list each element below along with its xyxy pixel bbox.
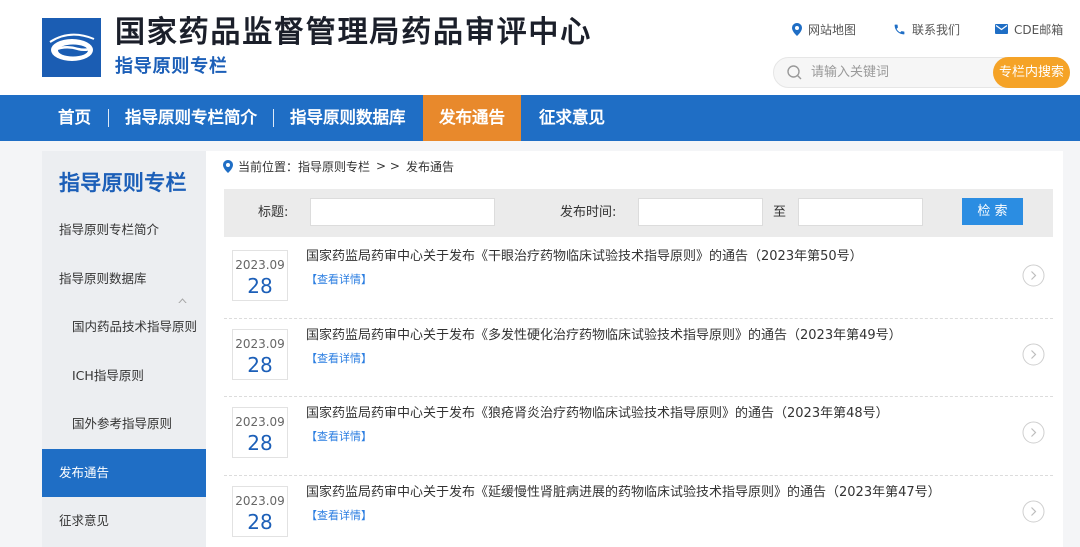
notice-item: 2023.09 28 国家药监局药审中心关于发布《多发性硬化治疗药物临床试验技术…: [224, 319, 1053, 397]
column-search-button[interactable]: 专栏内搜索: [993, 57, 1070, 88]
chevron-right-circle-icon[interactable]: [1022, 343, 1045, 366]
main-content: 当前位置： 指导原则专栏 > > 发布通告 标题: 发布时间: 至 检 索 20…: [206, 151, 1063, 547]
notice-date-year-month: 2023.09: [235, 258, 285, 272]
view-details-link[interactable]: 【查看详情】: [306, 430, 372, 444]
sidebar-title: 指导原则专栏: [59, 171, 187, 195]
site-header: 国家药品监督管理局药品审评中心 指导原则专栏 网站地图 联系我们 CDE邮箱 专…: [0, 0, 1080, 95]
sidebar-subitem-foreign-guidelines[interactable]: 国外参考指导原则: [42, 400, 206, 449]
notice-date-year-month: 2023.09: [235, 336, 285, 351]
sitemap-label: 网站地图: [808, 22, 857, 37]
cde-mail-label: CDE邮箱: [1014, 22, 1064, 37]
filter-bar: 标题: 发布时间: 至 检 索: [224, 189, 1053, 237]
notice-title-link[interactable]: 国家药监局药审中心关于发布《狼疮肾炎治疗药物临床试验技术指导原则》的通告（202…: [306, 406, 1006, 422]
notice-date: 2023.09 28: [232, 250, 288, 301]
notice-date: 2023.09 28: [232, 485, 288, 537]
sidebar-menu: 指导原则专栏简介 指导原则数据库 国内药品技术指导原则 ICH指导原则 国外参考…: [42, 206, 206, 546]
breadcrumb-label: 当前位置：: [238, 159, 299, 174]
notice-date-day: 28: [247, 509, 273, 534]
sidebar-item-announcements[interactable]: 发布通告: [42, 448, 206, 497]
breadcrumb: 当前位置： 指导原则专栏 > > 发布通告: [223, 158, 454, 174]
sidebar-item-public-consultation[interactable]: 征求意见: [42, 497, 206, 546]
sidebar-item-label: 发布通告: [59, 464, 110, 480]
chevron-right-circle-icon[interactable]: [1022, 264, 1045, 287]
notice-list: 2023.09 28 国家药监局药审中心关于发布《干眼治疗药物临床试验技术指导原…: [224, 240, 1053, 547]
nav-item-guideline-database[interactable]: 指导原则数据库: [290, 95, 406, 141]
sitemap-link[interactable]: 网站地图: [792, 20, 856, 38]
view-details-link[interactable]: 【查看详情】: [306, 273, 372, 287]
cde-logo-icon[interactable]: [42, 18, 101, 77]
breadcrumb-link-guideline-column[interactable]: 指导原则专栏: [298, 158, 370, 175]
search-input[interactable]: [811, 58, 989, 87]
view-details-link[interactable]: 【查看详情】: [306, 509, 372, 523]
location-pin-icon: [792, 22, 802, 36]
search-box: 专栏内搜索: [773, 57, 1070, 88]
filter-search-button[interactable]: 检 索: [962, 198, 1023, 225]
chevron-up-icon: [178, 276, 187, 303]
site-subtitle: 指导原则专栏: [115, 56, 228, 77]
sidebar-item-guideline-database[interactable]: 指导原则数据库: [42, 255, 206, 303]
nav-item-announcements[interactable]: 发布通告: [423, 95, 521, 141]
view-details-link[interactable]: 【查看详情】: [306, 352, 372, 366]
notice-date: 2023.09 28: [232, 328, 288, 380]
cde-mail-link[interactable]: CDE邮箱: [995, 20, 1063, 38]
sidebar-item-label: 国内药品技术指导原则: [72, 319, 198, 334]
nav-item-public-consultation[interactable]: 征求意见: [539, 95, 605, 141]
publish-date-to-input[interactable]: [798, 198, 923, 226]
notice-item: 2023.09 28 国家药监局药审中心关于发布《狼疮肾炎治疗药物临床试验技术指…: [224, 397, 1053, 476]
sidebar-item-label: 指导原则专栏简介: [59, 222, 160, 237]
notice-date: 2023.09 28: [232, 407, 288, 458]
sidebar-item-label: 国外参考指导原则: [72, 416, 173, 431]
site-title: 国家药品监督管理局药品审评中心: [115, 15, 592, 50]
location-pin-icon: [223, 159, 233, 173]
chevron-right-circle-icon[interactable]: [1022, 421, 1045, 444]
notice-date-year-month: 2023.09: [235, 415, 285, 429]
nav-item-column-intro[interactable]: 指导原则专栏简介: [125, 95, 257, 141]
title-filter-input[interactable]: [310, 198, 495, 226]
notice-date-day: 28: [247, 431, 273, 455]
breadcrumb-current: 发布通告: [405, 159, 454, 174]
contact-us-link[interactable]: 联系我们: [893, 20, 960, 38]
sidebar-item-label: ICH指导原则: [72, 367, 144, 383]
nav-separator: [108, 109, 109, 127]
notice-date-day: 28: [247, 274, 273, 298]
main-nav: 首页 指导原则专栏简介 指导原则数据库 发布通告 征求意见: [0, 95, 1080, 141]
nav-item-home[interactable]: 首页: [58, 95, 91, 141]
publish-date-label: 发布时间:: [560, 205, 617, 220]
contact-us-label: 联系我们: [912, 22, 961, 37]
notice-title-link[interactable]: 国家药监局药审中心关于发布《延缓慢性肾脏病进展的药物临床试验技术指导原则》的通告…: [306, 485, 1006, 501]
sidebar-item-label: 指导原则数据库: [59, 270, 147, 286]
notice-date-year-month: 2023.09: [235, 493, 285, 508]
mail-icon: [995, 24, 1008, 34]
notice-date-day: 28: [247, 352, 273, 377]
publish-date-from-input[interactable]: [638, 198, 763, 226]
sidebar: 指导原则专栏 指导原则专栏简介 指导原则数据库 国内药品技术指导原则 ICH指导…: [42, 151, 206, 547]
phone-icon: [893, 23, 906, 36]
search-icon: [787, 65, 802, 80]
chevron-right-circle-icon[interactable]: [1022, 500, 1045, 523]
notice-item: 2023.09 28 国家药监局药审中心关于发布《干眼治疗药物临床试验技术指导原…: [224, 240, 1053, 319]
sidebar-subitem-domestic-guidelines[interactable]: 国内药品技术指导原则: [42, 303, 206, 352]
sidebar-subitem-ich-guidelines[interactable]: ICH指导原则: [42, 352, 206, 401]
notice-title-link[interactable]: 国家药监局药审中心关于发布《干眼治疗药物临床试验技术指导原则》的通告（2023年…: [306, 249, 1006, 265]
breadcrumb-separator: > >: [376, 159, 400, 173]
sidebar-item-column-intro[interactable]: 指导原则专栏简介: [42, 206, 206, 255]
nav-separator: [273, 109, 274, 127]
date-range-separator: 至: [773, 205, 787, 220]
notice-title-link[interactable]: 国家药监局药审中心关于发布《多发性硬化治疗药物临床试验技术指导原则》的通告（20…: [306, 328, 1006, 344]
sidebar-item-label: 征求意见: [59, 513, 110, 528]
notice-item: 2023.09 28 国家药监局药审中心关于发布《延缓慢性肾脏病进展的药物临床试…: [224, 476, 1053, 547]
title-filter-label: 标题:: [258, 205, 289, 220]
